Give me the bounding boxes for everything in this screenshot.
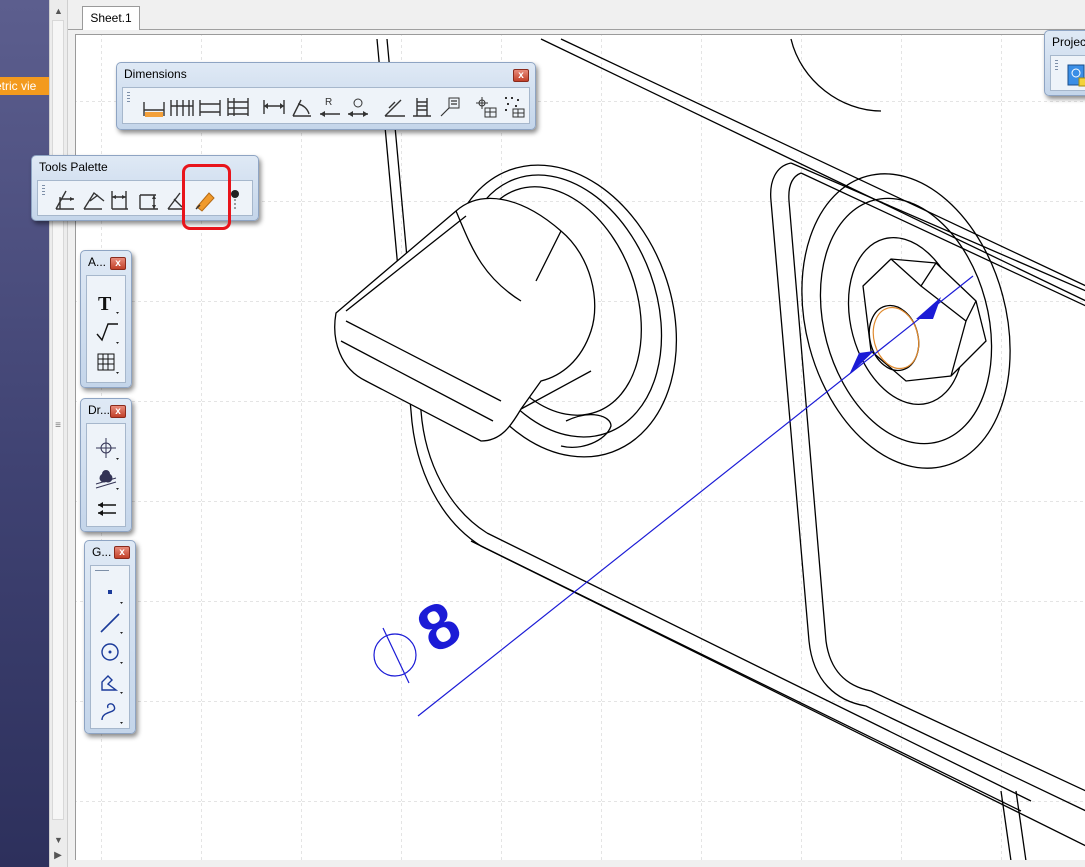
- close-icon[interactable]: x: [513, 69, 529, 82]
- svg-text:R: R: [325, 97, 332, 108]
- force-dimension-on-element-icon[interactable]: [80, 187, 106, 213]
- dress-up-toolbar-title: Dr...: [88, 403, 111, 417]
- dimensions-toolbar-title: Dimensions: [124, 67, 187, 81]
- geometry-creation-toolbar: G... x: [84, 540, 136, 734]
- force-horizontal-dimension-icon[interactable]: [106, 187, 132, 213]
- tab-sheet-1[interactable]: Sheet.1: [82, 6, 140, 30]
- force-vertical-dimension-icon[interactable]: [136, 187, 162, 213]
- annotations-toolbar-title: A...: [88, 255, 107, 269]
- tools-palette-title: Tools Palette: [39, 160, 108, 174]
- annotations-toolbar: A... x T: [80, 250, 132, 388]
- coordinate-dimension-icon[interactable]: [437, 94, 463, 120]
- circle-icon[interactable]: [98, 640, 124, 666]
- scroll-up-arrow-icon[interactable]: ▲: [52, 4, 65, 18]
- stacked-dimensions-icon[interactable]: [225, 94, 251, 120]
- dimensions-toolbar-body: R: [122, 87, 530, 124]
- close-icon[interactable]: x: [110, 405, 126, 418]
- table-icon[interactable]: [94, 350, 120, 376]
- geometry-toolbar-body: [90, 565, 130, 729]
- area-fill-icon[interactable]: [94, 466, 120, 492]
- projections-toolbar-body: [1050, 55, 1085, 91]
- highlight-box: [182, 164, 231, 230]
- coordinate-table-icon[interactable]: [501, 94, 527, 120]
- toolbar-grip[interactable]: [95, 570, 109, 571]
- roughness-symbol-icon[interactable]: [94, 320, 120, 346]
- tree-node-isometric-view[interactable]: etric vie: [0, 77, 49, 95]
- projections-toolbar: Projec: [1044, 30, 1085, 96]
- sheet-tab-bar: [68, 0, 1085, 30]
- hole-dimension-table-icon[interactable]: [473, 94, 499, 120]
- projections-toolbar-title: Projec: [1052, 35, 1085, 49]
- svg-text:T: T: [98, 293, 112, 315]
- geometry-toolbar-title: G...: [92, 545, 112, 559]
- specification-tree-panel: etric vie: [0, 0, 49, 867]
- center-line-icon[interactable]: [94, 436, 120, 462]
- scroll-end-arrow-icon[interactable]: ▶: [51, 849, 65, 863]
- profile-icon[interactable]: [98, 670, 124, 696]
- toolbar-grip[interactable]: [127, 92, 130, 102]
- dimensions-toolbar: Dimensions x R: [116, 62, 536, 130]
- chamfer-dimension-icon[interactable]: [381, 94, 407, 120]
- thread-dimension-icon[interactable]: [409, 94, 435, 120]
- arrow-icon[interactable]: [94, 496, 120, 522]
- dress-up-toolbar: Dr... x: [80, 398, 132, 532]
- chained-dimensions-icon[interactable]: [169, 94, 195, 120]
- scroll-grip-icon[interactable]: ≡: [53, 420, 63, 432]
- text-icon[interactable]: T: [94, 290, 120, 316]
- cumulated-dimensions-icon[interactable]: [197, 94, 223, 120]
- annotations-toolbar-body: T: [86, 275, 126, 383]
- line-icon[interactable]: [98, 610, 124, 636]
- dress-up-toolbar-body: [86, 423, 126, 527]
- projected-dimension-icon[interactable]: [52, 187, 78, 213]
- angle-dimension-icon[interactable]: [289, 94, 315, 120]
- point-icon[interactable]: [98, 580, 124, 606]
- length-distance-dimension-icon[interactable]: [261, 94, 287, 120]
- scroll-down-arrow-icon[interactable]: ▼: [52, 833, 65, 847]
- spline-icon[interactable]: [98, 700, 124, 726]
- diameter-dimension-icon[interactable]: [345, 94, 371, 120]
- close-icon[interactable]: x: [110, 257, 126, 270]
- close-icon[interactable]: x: [114, 546, 130, 559]
- front-view-icon[interactable]: [1065, 62, 1085, 88]
- radius-dimension-icon[interactable]: R: [317, 94, 343, 120]
- dimensions-icon[interactable]: [141, 94, 167, 120]
- toolbar-grip[interactable]: [1055, 60, 1058, 70]
- toolbar-grip[interactable]: [42, 185, 45, 195]
